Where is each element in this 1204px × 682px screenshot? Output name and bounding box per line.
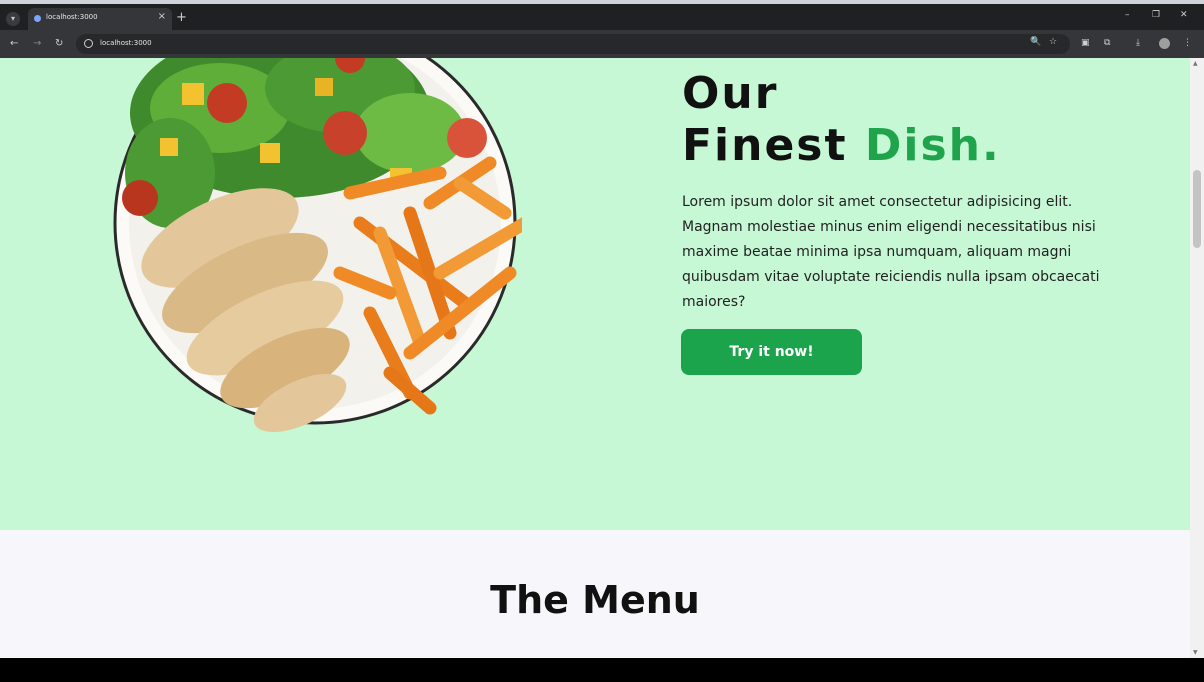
tab-strip: ▾ localhost:3000 × + – ❐ ✕ xyxy=(0,4,1204,30)
profile-icon[interactable] xyxy=(1159,38,1170,49)
menu-section: The Menu xyxy=(0,530,1190,658)
hero-heading: Our Finest Dish. xyxy=(682,68,1001,172)
try-it-now-button[interactable]: Try it now! xyxy=(681,329,862,375)
bottom-strip xyxy=(0,660,1204,682)
site-info-icon[interactable] xyxy=(84,39,93,48)
star-icon[interactable]: ☆ xyxy=(1049,37,1057,47)
address-bar[interactable]: localhost:3000 🔍 ☆ xyxy=(76,34,1070,54)
back-icon[interactable]: ← xyxy=(10,38,18,49)
scrollbar-thumb[interactable] xyxy=(1193,170,1201,248)
close-icon[interactable]: × xyxy=(158,11,166,22)
dish-image xyxy=(113,58,522,433)
scroll-up-icon[interactable]: ▲ xyxy=(1193,60,1198,67)
url-text[interactable]: localhost:3000 xyxy=(100,39,152,47)
restore-icon[interactable]: ❐ xyxy=(1152,10,1160,20)
tab-search-icon[interactable]: ▾ xyxy=(6,12,20,26)
more-icon[interactable]: ⋮ xyxy=(1183,38,1192,48)
zoom-icon[interactable]: 🔍 xyxy=(1030,37,1041,47)
hero-heading-line2: Finest xyxy=(682,120,848,171)
reload-icon[interactable]: ↻ xyxy=(55,38,63,49)
scroll-down-icon[interactable]: ▼ xyxy=(1193,649,1198,656)
tab-title: localhost:3000 xyxy=(46,13,98,21)
plus-icon[interactable]: + xyxy=(176,10,187,25)
page-viewport: Our Finest Dish. Lorem ipsum dolor sit am… xyxy=(0,58,1190,658)
extension-icon[interactable]: ▣ xyxy=(1081,38,1090,48)
forward-icon[interactable]: → xyxy=(33,38,41,49)
vertical-scrollbar[interactable]: ▲ ▼ xyxy=(1190,58,1204,658)
window-close-icon[interactable]: ✕ xyxy=(1180,10,1188,20)
hero-heading-line1: Our xyxy=(682,68,779,119)
hero-heading-accent: Dish. xyxy=(864,120,1001,171)
puzzle-icon[interactable]: ⧉ xyxy=(1104,38,1110,48)
menu-heading: The Menu xyxy=(490,578,700,622)
favicon-icon xyxy=(34,15,41,22)
hero-section: Our Finest Dish. Lorem ipsum dolor sit am… xyxy=(0,58,1190,530)
minimize-icon[interactable]: – xyxy=(1125,10,1130,20)
browser-tab[interactable]: localhost:3000 × xyxy=(28,8,172,30)
hero-description: Lorem ipsum dolor sit amet consectetur a… xyxy=(682,194,1100,310)
download-icon[interactable]: ⤓ xyxy=(1136,38,1140,48)
browser-toolbar: ← → ↻ localhost:3000 🔍 ☆ ▣ ⧉ ⤓ ⋮ xyxy=(0,30,1204,58)
